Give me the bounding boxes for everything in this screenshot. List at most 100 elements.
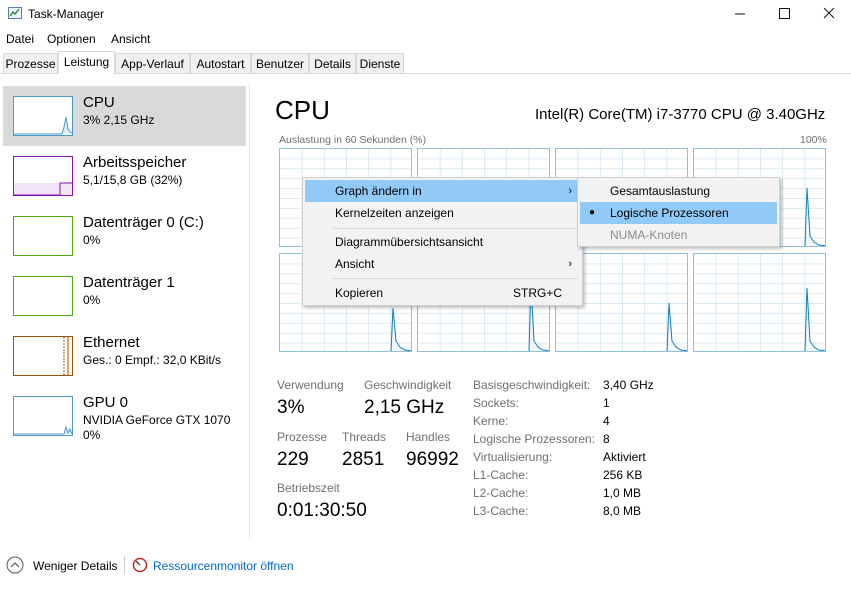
tab-app-verlauf[interactable]: App-Verlauf xyxy=(115,53,190,73)
fewer-details-link[interactable]: Weniger Details xyxy=(33,559,117,573)
info-value: 1 xyxy=(603,396,610,410)
checked-bullet-icon: ● xyxy=(589,207,596,218)
tab-prozesse[interactable]: Prozesse xyxy=(3,53,58,73)
menu-item-shortcut: STRG+C xyxy=(512,286,562,300)
info-value: 256 KB xyxy=(603,468,643,482)
disk1-thumbnail-graph xyxy=(13,276,73,316)
menu-ansicht[interactable]: Ansicht xyxy=(111,32,150,46)
footer-divider xyxy=(124,556,125,574)
handles-label: Handles xyxy=(406,430,451,444)
sidebar-item-label: Datenträger 1 xyxy=(83,274,175,291)
tab-benutzer[interactable]: Benutzer xyxy=(251,53,309,73)
info-label: Kerne: xyxy=(473,414,509,428)
sidebar-item-label: Ethernet xyxy=(83,334,140,351)
sidebar-item-arbeitsspeicher[interactable]: Arbeitsspeicher 5,1/15,8 GB (32%) xyxy=(3,146,246,206)
graph-max-label: 100% xyxy=(800,134,827,146)
sidebar-item-detail: 3% 2,15 GHz xyxy=(83,113,155,127)
logical-processor-graph xyxy=(693,253,826,352)
graph-context-menu: Graph ändern in › Kernelzeiten anzeigen … xyxy=(302,177,583,306)
menu-optionen[interactable]: Optionen xyxy=(47,32,96,46)
menu-item-logische-prozessoren[interactable]: ● Logische Prozessoren xyxy=(580,202,777,224)
chevron-up-icon[interactable] xyxy=(6,556,24,574)
task-manager-app-icon xyxy=(8,7,22,19)
info-label: Logische Prozessoren: xyxy=(473,432,596,446)
menu-item-ansicht[interactable]: Ansicht › xyxy=(305,253,580,275)
menu-item-label: NUMA-Knoten xyxy=(610,228,688,242)
menu-item-kopieren[interactable]: Kopieren STRG+C xyxy=(305,282,580,304)
menu-item-label: Graph ändern in xyxy=(335,184,422,198)
sidebar-item-detail: Ges.: 0 Empf.: 32,0 KBit/s xyxy=(83,353,222,367)
info-label: Basisgeschwindigkeit: xyxy=(473,378,591,392)
threads-value: 2851 xyxy=(342,449,385,470)
sidebar-item-cpu[interactable]: CPU 3% 2,15 GHz xyxy=(3,86,246,146)
menu-item-gesamtauslastung[interactable]: Gesamtauslastung xyxy=(580,180,777,202)
speed-label: Geschwindigkeit xyxy=(364,378,452,392)
uptime-label: Betriebszeit xyxy=(277,481,340,495)
info-value: 8 xyxy=(603,432,610,446)
minimize-button[interactable] xyxy=(717,0,763,28)
ethernet-thumbnail-graph xyxy=(13,336,73,376)
cpu-model-name: Intel(R) Core(TM) i7-3770 CPU @ 3.40GHz xyxy=(535,106,826,123)
menu-item-label: Gesamtauslastung xyxy=(610,184,711,198)
usage-label: Verwendung xyxy=(277,378,344,392)
gpu-thumbnail-graph xyxy=(13,396,73,436)
sidebar-item-label: GPU 0 xyxy=(83,394,129,411)
menu-item-label: Kernelzeiten anzeigen xyxy=(335,206,454,220)
sidebar-item-label: CPU xyxy=(83,94,115,111)
sidebar-item-detail: 5,1/15,8 GB (32%) xyxy=(83,173,183,187)
sidebar-item-ethernet[interactable]: Ethernet Ges.: 0 Empf.: 32,0 KBit/s xyxy=(3,326,246,386)
info-value: 8,0 MB xyxy=(603,504,642,518)
threads-label: Threads xyxy=(342,430,387,444)
menu-item-numa-knoten: NUMA-Knoten xyxy=(580,224,777,246)
resource-monitor-link[interactable]: Ressourcenmonitor öffnen xyxy=(153,559,294,573)
disk0-thumbnail-graph xyxy=(13,216,73,256)
menu-item-label: Logische Prozessoren xyxy=(610,206,729,220)
tab-details[interactable]: Details xyxy=(309,53,356,73)
info-label: Sockets: xyxy=(473,396,520,410)
sidebar-item-gpu-0[interactable]: GPU 0 NVIDIA GeForce GTX 1070 0% xyxy=(3,386,246,446)
info-value: 3,40 GHz xyxy=(603,378,654,392)
sidebar-item-datentraeger-0[interactable]: Datenträger 0 (C:) 0% xyxy=(3,206,246,266)
info-label: L2-Cache: xyxy=(473,486,529,500)
info-value: 4 xyxy=(603,414,610,428)
page-title: CPU xyxy=(275,95,330,125)
info-value: Aktiviert xyxy=(603,450,646,464)
graph-submenu: Gesamtauslastung ● Logische Prozessoren … xyxy=(577,177,780,247)
close-button[interactable] xyxy=(806,0,851,28)
sidebar-item-detail: NVIDIA GeForce GTX 1070 xyxy=(83,413,231,427)
window-title: Task-Manager xyxy=(28,7,105,21)
info-label: L3-Cache: xyxy=(473,504,529,518)
menu-datei[interactable]: Datei xyxy=(6,32,34,46)
sidebar-item-label: Datenträger 0 (C:) xyxy=(83,214,204,231)
menu-item-graph-aendern[interactable]: Graph ändern in › xyxy=(305,180,580,202)
menu-separator xyxy=(333,278,578,279)
sidebar-item-datentraeger-1[interactable]: Datenträger 1 0% xyxy=(3,266,246,326)
menu-item-label: Kopieren xyxy=(335,286,384,300)
sidebar-item-label: Arbeitsspeicher xyxy=(83,154,187,171)
menu-item-diagrammuebersicht[interactable]: Diagrammübersichtsansicht xyxy=(305,231,580,253)
menu-item-label: Diagrammübersichtsansicht xyxy=(335,235,484,249)
info-label: Virtualisierung: xyxy=(473,450,553,464)
speed-value: 2,15 GHz xyxy=(364,397,445,418)
tab-dienste[interactable]: Dienste xyxy=(356,53,404,73)
menu-item-label: Ansicht xyxy=(335,257,375,271)
resource-monitor-icon[interactable] xyxy=(132,557,148,573)
chevron-right-icon: › xyxy=(568,258,572,270)
sidebar-divider xyxy=(249,84,250,539)
memory-thumbnail-graph xyxy=(13,156,73,196)
info-value: 1,0 MB xyxy=(603,486,642,500)
handles-value: 96992 xyxy=(406,449,459,470)
tab-leistung[interactable]: Leistung xyxy=(58,51,115,74)
sidebar-item-detail-2: 0% xyxy=(83,428,101,442)
sidebar-item-detail: 0% xyxy=(83,233,101,247)
maximize-button[interactable] xyxy=(761,0,807,28)
chevron-right-icon: › xyxy=(568,185,572,197)
menu-separator xyxy=(333,228,578,229)
cpu-thumbnail-graph xyxy=(13,96,73,136)
tab-autostart[interactable]: Autostart xyxy=(190,53,251,73)
graph-caption: Auslastung in 60 Sekunden (%) xyxy=(279,134,427,146)
sidebar-item-detail: 0% xyxy=(83,293,101,307)
uptime-value: 0:01:30:50 xyxy=(277,500,367,521)
processes-value: 229 xyxy=(277,449,309,470)
menu-item-kernelzeiten[interactable]: Kernelzeiten anzeigen xyxy=(305,202,580,224)
